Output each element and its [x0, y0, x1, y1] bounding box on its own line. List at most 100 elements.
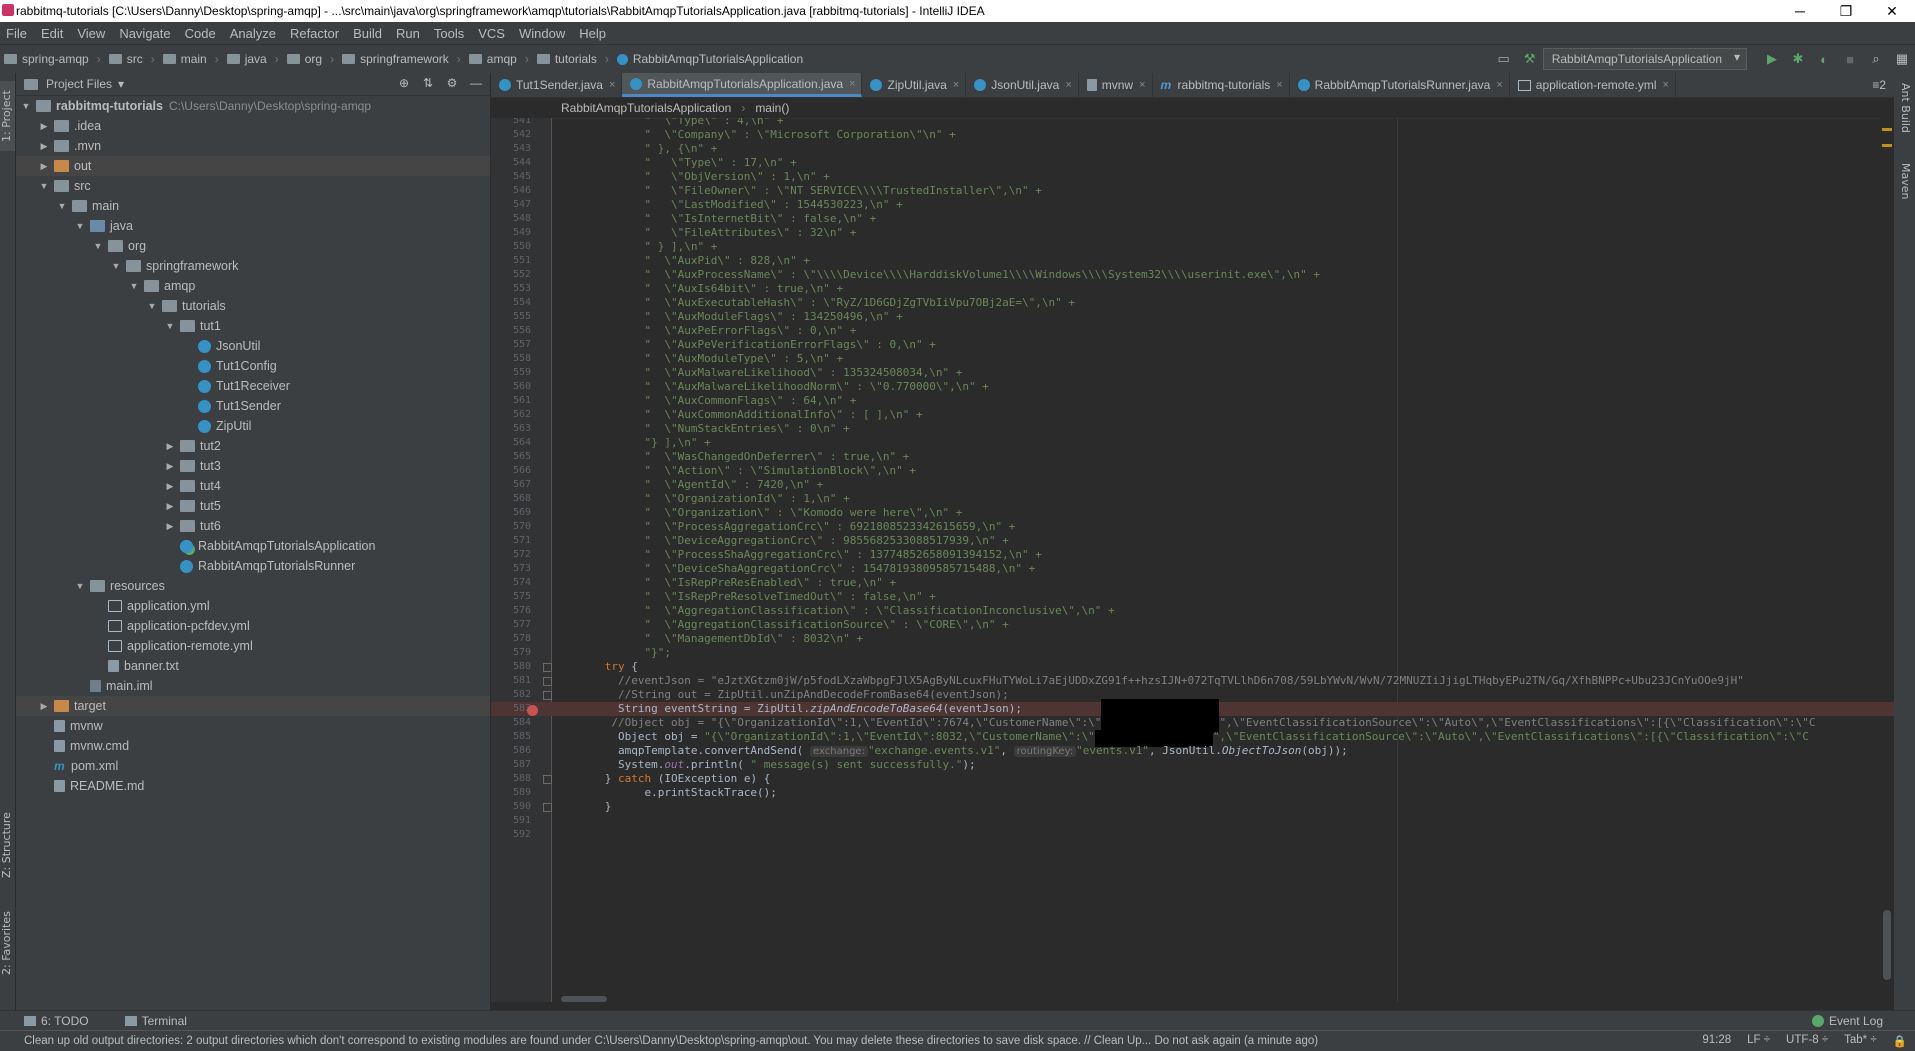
tree-node[interactable]: ▼ src [16, 176, 490, 196]
editor-tab[interactable]: mvnw × [1079, 73, 1153, 97]
minimize-button[interactable]: ─ [1777, 3, 1823, 19]
tree-node[interactable]: ▶ target [16, 696, 490, 716]
breadcrumb-item[interactable]: amqp › [465, 52, 533, 66]
fold-icon[interactable] [543, 677, 552, 686]
menu-analyze[interactable]: Analyze [224, 26, 284, 41]
line-separator[interactable]: LF ÷ [1739, 1034, 1778, 1048]
expanded-arrow-icon[interactable]: ▼ [164, 321, 176, 331]
menu-vcs[interactable]: VCS [472, 26, 513, 41]
build-hammer-icon[interactable]: ⚒ [1522, 51, 1538, 67]
expanded-arrow-icon[interactable]: ▼ [74, 581, 86, 591]
menu-tools[interactable]: Tools [428, 26, 472, 41]
menu-build[interactable]: Build [347, 26, 390, 41]
collapsed-arrow-icon[interactable]: ▶ [164, 461, 176, 472]
expanded-arrow-icon[interactable]: ▼ [146, 301, 158, 311]
collapsed-arrow-icon[interactable]: ▶ [38, 161, 50, 172]
breadcrumb-item[interactable]: src › [105, 52, 159, 66]
file-encoding[interactable]: UTF-8 ÷ [1778, 1034, 1836, 1048]
tree-node[interactable]: Tut1Sender [16, 396, 490, 416]
menu-view[interactable]: View [71, 26, 113, 41]
close-tab-icon[interactable]: × [1139, 79, 1145, 91]
editor-tab[interactable]: RabbitAmqpTutorialsRunner.java × [1290, 73, 1510, 97]
editor-tab[interactable]: Tut1Sender.java × [491, 73, 623, 97]
editor-tab[interactable]: RabbitAmqpTutorialsApplication.java × [622, 73, 863, 97]
close-tab-icon[interactable]: × [1662, 79, 1668, 91]
coverage-icon[interactable]: ◐ [1816, 51, 1832, 67]
menu-navigate[interactable]: Navigate [113, 26, 178, 41]
close-button[interactable]: ✕ [1869, 3, 1915, 20]
tree-node[interactable]: ▼ springframework [16, 256, 490, 276]
breadcrumb-item[interactable]: RabbitAmqpTutorialsApplication [613, 52, 807, 66]
tree-node[interactable]: ▼ resources [16, 576, 490, 596]
breakpoint-icon[interactable] [527, 705, 538, 716]
tree-node[interactable]: ▶ tut3 [16, 456, 490, 476]
tree-node[interactable]: ▼ tutorials [16, 296, 490, 316]
tree-node[interactable]: README.md [16, 776, 490, 796]
collapsed-arrow-icon[interactable]: ▶ [38, 141, 50, 152]
lock-icon[interactable]: 🔒 [1885, 1034, 1915, 1048]
close-tab-icon[interactable]: × [1065, 79, 1071, 91]
ant-build-tool-tab[interactable]: Ant Build [1899, 83, 1912, 133]
menu-refactor[interactable]: Refactor [284, 26, 347, 41]
collapsed-arrow-icon[interactable]: ▶ [38, 701, 50, 712]
close-tab-icon[interactable]: × [609, 79, 615, 91]
event-log-tab[interactable]: Event Log [1811, 1014, 1883, 1028]
breadcrumb-item[interactable]: springframework › [338, 52, 465, 66]
hide-icon[interactable]: — [468, 76, 484, 90]
scroll-thumb[interactable] [1883, 910, 1891, 980]
horizontal-scroll-thumb[interactable] [561, 996, 607, 1002]
menu-help[interactable]: Help [573, 26, 614, 41]
fold-icon[interactable] [543, 803, 552, 812]
locate-icon[interactable]: ⊕ [396, 76, 412, 90]
search-everywhere-icon[interactable]: ⌕ [1868, 51, 1884, 67]
collapsed-arrow-icon[interactable]: ▶ [164, 501, 176, 512]
tree-node[interactable]: ▶ out [16, 156, 490, 176]
close-tab-icon[interactable]: × [953, 79, 959, 91]
expanded-arrow-icon[interactable]: ▼ [38, 181, 50, 191]
tree-node[interactable]: ▶ .idea [16, 116, 490, 136]
fold-icon[interactable] [543, 775, 552, 784]
tab-list-menu[interactable]: ≡2 [1864, 73, 1894, 97]
fold-icon[interactable] [543, 691, 552, 700]
caret-position[interactable]: 91:28 [1694, 1034, 1739, 1048]
expanded-arrow-icon[interactable]: ▼ [110, 261, 122, 271]
expanded-arrow-icon[interactable]: ▼ [92, 241, 104, 251]
tree-node[interactable]: ▶ tut6 [16, 516, 490, 536]
favorites-tool-tab[interactable]: 2: Favorites [0, 903, 15, 983]
editor-tab[interactable]: JsonUtil.java × [966, 73, 1079, 97]
debug-icon[interactable]: ✱ [1790, 51, 1806, 67]
breadcrumb-method[interactable]: main() [755, 101, 789, 115]
collapsed-arrow-icon[interactable]: ▶ [164, 521, 176, 532]
breadcrumb-class[interactable]: RabbitAmqpTutorialsApplication [561, 101, 731, 115]
editor-tab[interactable]: m rabbitmq-tutorials × [1153, 73, 1290, 97]
tree-node[interactable]: application.yml [16, 596, 490, 616]
breadcrumb-item[interactable]: main › [159, 52, 223, 66]
tree-node[interactable]: ▼ org [16, 236, 490, 256]
expanded-arrow-icon[interactable]: ▼ [56, 201, 68, 211]
tree-node[interactable]: ▶ tut5 [16, 496, 490, 516]
menu-edit[interactable]: Edit [35, 26, 71, 41]
menu-code[interactable]: Code [179, 26, 224, 41]
menu-run[interactable]: Run [390, 26, 428, 41]
todo-tool-tab[interactable]: 6: TODO [0, 1014, 101, 1028]
breadcrumb-item[interactable]: tutorials › [533, 52, 613, 66]
structure-tool-tab[interactable]: Z: Structure [0, 808, 15, 883]
run-configuration-select[interactable]: RabbitAmqpTutorialsApplication [1542, 48, 1747, 70]
expanded-arrow-icon[interactable]: ▼ [74, 221, 86, 231]
expanded-arrow-icon[interactable]: ▼ [20, 101, 32, 111]
project-view-select[interactable]: Project Files [46, 77, 112, 91]
tree-node[interactable]: ▶ tut4 [16, 476, 490, 496]
editor-tab[interactable]: application-remote.yml × [1510, 73, 1676, 97]
tree-node[interactable]: JsonUtil [16, 336, 490, 356]
editor-tab[interactable]: ZipUtil.java × [862, 73, 967, 97]
tree-node[interactable]: mvnw.cmd [16, 736, 490, 756]
tree-node[interactable]: ▼ java [16, 216, 490, 236]
tree-node[interactable]: application-remote.yml [16, 636, 490, 656]
expanded-arrow-icon[interactable]: ▼ [128, 281, 140, 291]
tree-node[interactable]: banner.txt [16, 656, 490, 676]
tree-node[interactable]: ▶ .mvn [16, 136, 490, 156]
indent-setting[interactable]: Tab* ÷ [1836, 1034, 1885, 1048]
fold-icon[interactable] [543, 663, 552, 672]
project-tool-tab[interactable]: 1: Project [0, 81, 15, 151]
collapse-all-icon[interactable]: ⇅ [420, 76, 436, 90]
